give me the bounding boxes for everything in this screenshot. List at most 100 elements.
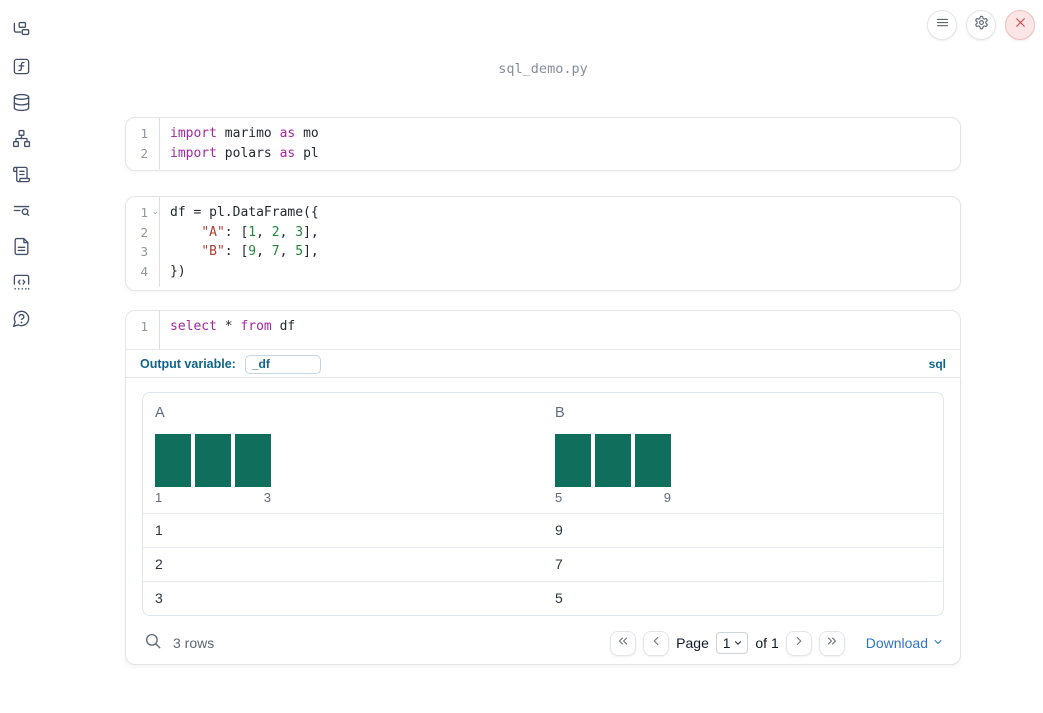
line-number: 3	[140, 244, 148, 259]
code-line[interactable]: select * from df	[170, 317, 960, 337]
histogram-bar	[635, 434, 671, 487]
shutdown-button[interactable]	[1005, 10, 1035, 40]
code-line[interactable]: "B": [9, 7, 5],	[170, 242, 960, 262]
chevron-down-icon	[733, 636, 743, 651]
output-variable-label: Output variable:	[140, 357, 236, 371]
histogram-max-label: 9	[663, 490, 671, 505]
code-line[interactable]: df = pl.DataFrame({	[170, 203, 960, 223]
code-line[interactable]: import marimo as mo	[170, 124, 960, 144]
code-editor[interactable]: df = pl.DataFrame({ "A": [1, 2, 3], "B":…	[160, 197, 960, 287]
table-cell: 1	[155, 522, 163, 538]
column-histogram	[555, 434, 671, 487]
previous-page-button[interactable]	[643, 630, 670, 656]
sidebar-item-dependency-graph[interactable]	[7, 127, 35, 155]
settings-button[interactable]	[966, 10, 996, 40]
fold-chevron-icon[interactable]: ⌄	[151, 203, 159, 223]
file-tree-icon	[12, 21, 31, 45]
page-label: Page	[676, 635, 709, 651]
column-name: B	[555, 405, 565, 421]
table-cell: 5	[555, 590, 563, 606]
language-badge: sql	[928, 357, 946, 371]
line-number-gutter: 12	[126, 118, 160, 169]
function-square-icon	[12, 57, 31, 81]
histogram-bar	[595, 434, 631, 487]
table-header: A 1 3 B 5 9	[143, 393, 943, 513]
chevrons-right-icon	[825, 634, 839, 653]
gear-icon	[974, 15, 989, 35]
code-cell-imports[interactable]: 12 import marimo as mo import polars as p…	[125, 117, 961, 171]
database-icon	[12, 93, 31, 117]
last-page-button[interactable]	[818, 630, 845, 656]
notebook-filename: sql_demo.py	[498, 61, 588, 77]
dataframe-table: A 1 3 B 5 9 192735	[142, 392, 944, 616]
line-number: 1	[140, 126, 148, 141]
table-cell: 7	[555, 556, 563, 572]
line-number: 1	[140, 319, 148, 334]
menu-button[interactable]	[927, 10, 957, 40]
code-line[interactable]: "A": [1, 2, 3],	[170, 223, 960, 243]
code-cell-dataframe[interactable]: 1 ⌄ 2 3 4 df = pl.DataFrame({ "A": [1, 2, 3]…	[125, 196, 961, 291]
network-icon	[12, 129, 31, 153]
column-histogram	[155, 434, 271, 487]
sidebar-item-variables[interactable]	[7, 55, 35, 83]
table-cell: 2	[155, 556, 163, 572]
sidebar-item-logs[interactable]	[7, 163, 35, 191]
pagination: Page 1 of 1 Download	[610, 630, 944, 656]
scroll-icon	[12, 165, 31, 189]
sidebar-item-snippets[interactable]	[7, 271, 35, 299]
histogram-bar	[555, 434, 591, 487]
search-icon[interactable]	[142, 632, 162, 655]
line-number-gutter: 1	[126, 311, 160, 349]
table-cell: 3	[155, 590, 163, 606]
table-row[interactable]: 27	[143, 547, 943, 581]
row-count: 3 rows	[173, 635, 215, 651]
file-text-icon	[12, 237, 31, 261]
chevron-left-icon	[649, 634, 663, 653]
help-bubble-icon	[12, 309, 31, 333]
line-number: 2	[140, 145, 148, 161]
table-cell: 9	[555, 522, 563, 538]
hamburger-menu-icon	[935, 15, 950, 35]
window-controls	[927, 10, 1035, 40]
sidebar-item-data-sources[interactable]	[7, 91, 35, 119]
sidebar	[7, 19, 37, 335]
line-number-gutter: 1 ⌄ 2 3 4	[126, 197, 160, 287]
histogram-max-label: 3	[263, 490, 271, 505]
page-select[interactable]: 1	[715, 632, 749, 654]
column-header-b[interactable]: B 5 9	[543, 393, 943, 513]
column-name: A	[155, 405, 165, 421]
line-number: 2	[140, 224, 148, 240]
histogram-bar	[155, 434, 191, 487]
sql-cell[interactable]: 1 select * from df Output variable: sql	[125, 310, 961, 378]
next-page-button[interactable]	[785, 630, 812, 656]
table-footer: 3 rows Page 1 of 1 Download	[142, 629, 944, 657]
sidebar-item-outline-search[interactable]	[7, 199, 35, 227]
download-button[interactable]: Download	[866, 635, 944, 651]
line-number: 4	[140, 263, 148, 279]
chevron-down-icon	[932, 635, 944, 651]
column-header-a[interactable]: A 1 3	[143, 393, 543, 513]
code-line[interactable]: import polars as pl	[170, 144, 960, 164]
histogram-min-label: 5	[555, 490, 563, 505]
list-search-icon	[12, 201, 31, 225]
code-line[interactable]: })	[170, 262, 960, 282]
sidebar-item-help[interactable]	[7, 307, 35, 335]
first-page-button[interactable]	[610, 630, 637, 656]
output-variable-input[interactable]	[244, 354, 321, 374]
close-icon	[1013, 15, 1028, 35]
code-square-icon	[12, 273, 31, 297]
histogram-min-label: 1	[155, 490, 163, 505]
chevron-right-icon	[792, 634, 806, 653]
sidebar-item-file-explorer[interactable]	[7, 19, 35, 47]
line-number: 1 ⌄	[126, 203, 159, 223]
sidebar-item-documentation[interactable]	[7, 235, 35, 263]
sql-editor[interactable]: select * from df	[160, 311, 960, 349]
table-body: 192735	[143, 513, 943, 615]
code-editor[interactable]: import marimo as mo import polars as pl	[160, 118, 960, 169]
table-row[interactable]: 35	[143, 581, 943, 615]
page-of-label: of 1	[755, 635, 779, 651]
histogram-bar	[235, 434, 271, 487]
table-row[interactable]: 19	[143, 513, 943, 547]
chevrons-left-icon	[616, 634, 630, 653]
cell-output-panel: A 1 3 B 5 9 192735 3 rows Page 1 of 1 Do…	[125, 378, 961, 665]
